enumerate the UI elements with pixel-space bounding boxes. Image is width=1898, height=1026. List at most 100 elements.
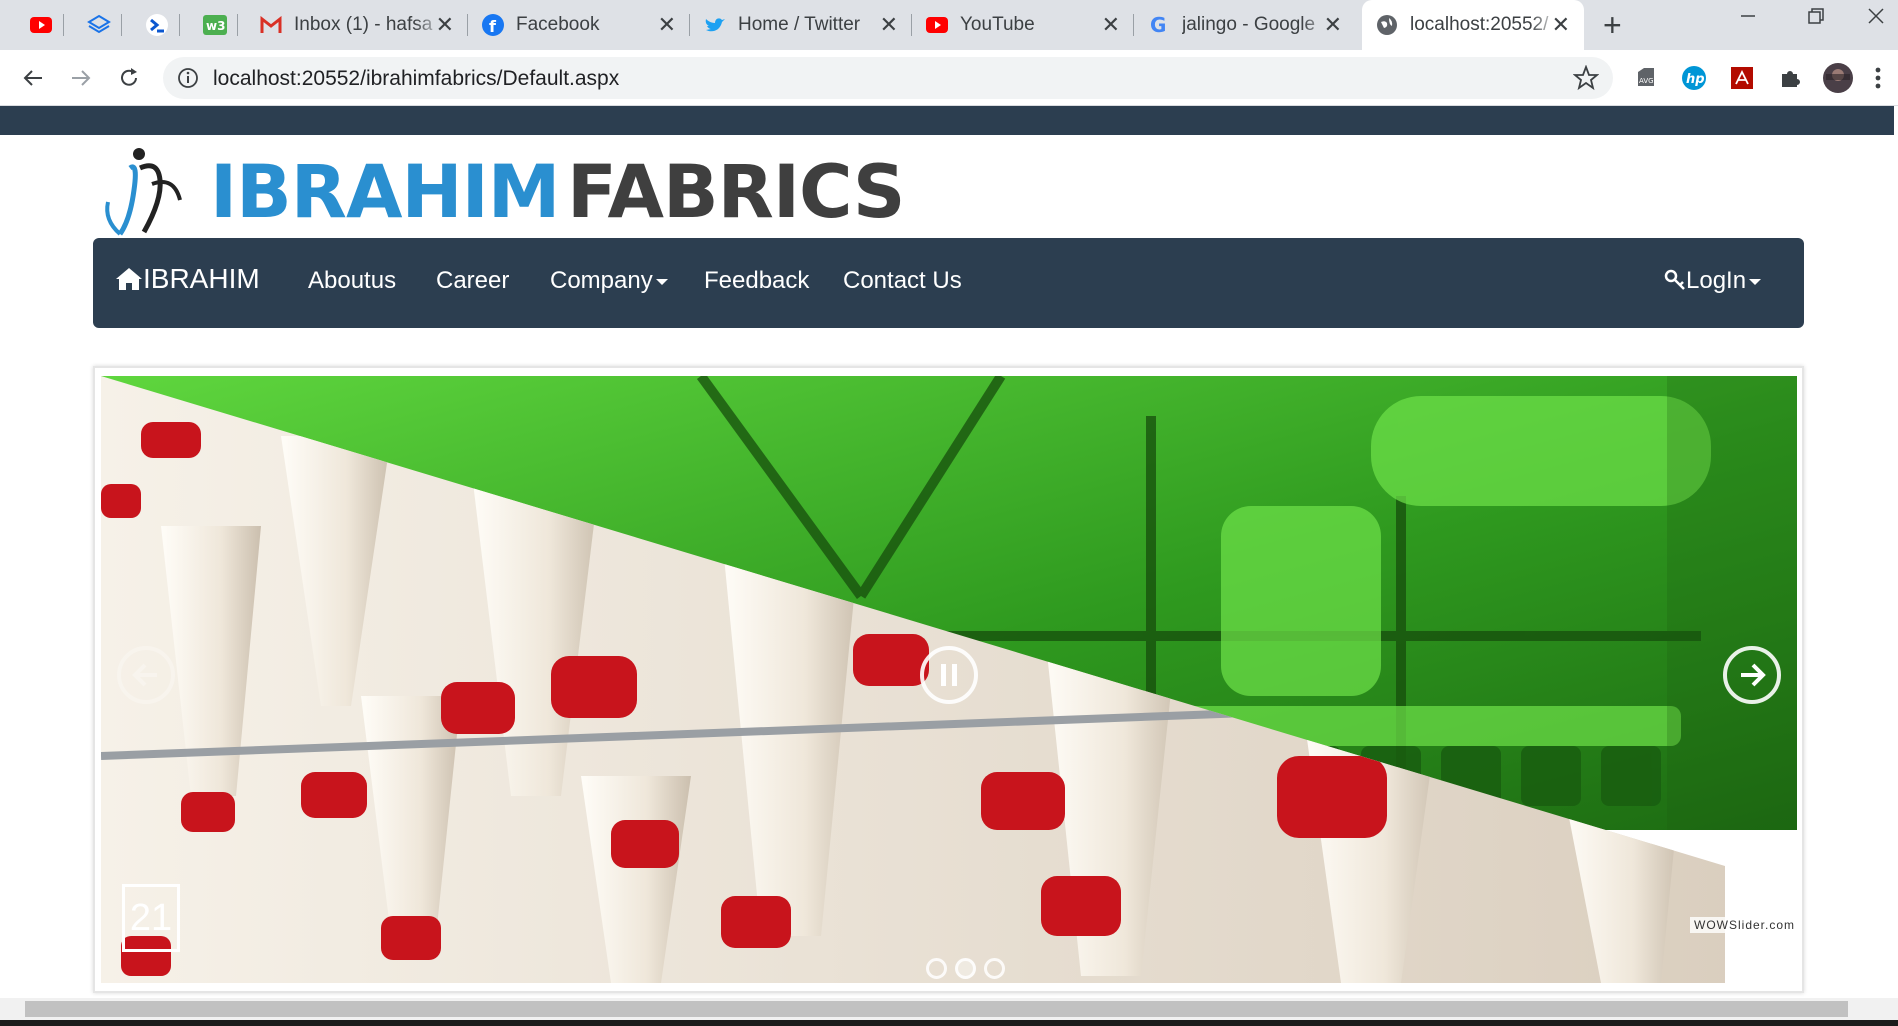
tab-facebook[interactable]: f Facebook ✕ <box>468 0 690 50</box>
more-vert-icon <box>1875 67 1881 89</box>
tab-close-icon[interactable]: ✕ <box>658 13 676 37</box>
info-icon[interactable] <box>177 67 199 89</box>
arrow-left-icon <box>132 663 157 687</box>
restore-icon <box>1808 8 1824 24</box>
slider-prev-button[interactable] <box>117 646 175 704</box>
caret-down-icon <box>1749 278 1762 285</box>
tab-twitter[interactable]: Home / Twitter ✕ <box>690 0 912 50</box>
twitter-icon <box>704 14 726 36</box>
pinned-tab-w3[interactable]: w3 <box>192 0 238 50</box>
slide-counter: 21 <box>122 884 180 952</box>
slider-dot-2[interactable] <box>955 958 976 979</box>
avg-icon: AVG <box>1638 68 1654 86</box>
nav-brand-label: IBRAHIM <box>143 263 260 294</box>
home-icon <box>116 268 142 290</box>
reload-button[interactable] <box>111 60 147 96</box>
tab-close-icon[interactable]: ✕ <box>1552 13 1570 37</box>
tab-title: Inbox (1) - hafsa <box>294 14 433 35</box>
new-tab-button[interactable]: + <box>1603 8 1622 42</box>
slider-credit[interactable]: WOWSlider.com <box>1690 917 1797 933</box>
tab-close-icon[interactable]: ✕ <box>436 13 454 37</box>
acrobat-extension[interactable] <box>1726 62 1758 94</box>
tab-title: Home / Twitter <box>738 14 861 35</box>
tab-title: Facebook <box>516 14 600 35</box>
slider-next-button[interactable] <box>1723 646 1781 704</box>
slider-dot-1[interactable] <box>926 958 947 979</box>
nav-item-company[interactable]: Company <box>550 267 668 295</box>
nav-item-feedback[interactable]: Feedback <box>704 267 809 295</box>
tab-close-icon[interactable]: ✕ <box>880 13 898 37</box>
key-icon <box>1664 269 1685 290</box>
pause-icon <box>941 664 957 686</box>
nav-login-dropdown[interactable]: LogIn <box>1664 267 1762 295</box>
image-slider: 21 WOWSlider.com <box>93 366 1804 993</box>
nav-login-label: LogIn <box>1686 267 1747 294</box>
tab-title: jalingo - Google <box>1182 14 1316 35</box>
pinned-tab-terminal[interactable] <box>134 0 180 50</box>
slider-dot-3[interactable] <box>984 958 1005 979</box>
main-navbar: IBRAHIM Aboutus Career Company Feedback … <box>93 238 1804 328</box>
globe-icon <box>1376 14 1398 36</box>
pinned-tab-stack[interactable] <box>76 0 122 50</box>
svg-text:G: G <box>1150 14 1166 36</box>
tab-title: localhost:20552/ <box>1410 14 1549 35</box>
browser-toolbar: localhost:20552/ibrahimfabrics/Default.a… <box>0 50 1898 106</box>
tab-youtube[interactable]: YouTube ✕ <box>912 0 1134 50</box>
scrollbar-thumb[interactable] <box>25 1001 1848 1017</box>
nav-item-career[interactable]: Career <box>436 267 509 295</box>
nav-item-contact-us[interactable]: Contact Us <box>843 267 962 295</box>
url-text[interactable]: localhost:20552/ibrahimfabrics/Default.a… <box>213 67 619 91</box>
tab-title: YouTube <box>960 14 1035 35</box>
arrow-right-icon <box>1741 663 1766 687</box>
puzzle-icon <box>1782 71 1800 87</box>
gmail-icon <box>260 14 282 36</box>
restore-button[interactable] <box>1806 6 1826 32</box>
tab-localhost[interactable]: localhost:20552/ ✕ <box>1362 0 1584 50</box>
back-button[interactable] <box>15 60 51 96</box>
site-logo[interactable]: IBRAHIM FABRICS <box>100 140 906 240</box>
svg-text:hp: hp <box>1686 72 1705 87</box>
tab-close-icon[interactable]: ✕ <box>1102 13 1120 37</box>
youtube-icon <box>926 14 948 36</box>
svg-text:f: f <box>489 17 497 36</box>
tab-close-icon[interactable]: ✕ <box>1324 13 1342 37</box>
slider-pagination <box>926 958 1005 979</box>
slider-pause-button[interactable] <box>920 646 978 704</box>
nav-item-aboutus[interactable]: Aboutus <box>308 267 396 295</box>
minimize-icon <box>1741 15 1755 17</box>
close-icon <box>1868 8 1884 24</box>
taskbar-edge <box>0 1020 1898 1026</box>
top-bar <box>0 106 1894 135</box>
reload-icon <box>121 68 137 86</box>
acrobat-icon <box>1731 67 1753 89</box>
w3-icon: w3 <box>203 15 227 35</box>
profile-avatar <box>1823 63 1853 93</box>
terminal-icon <box>146 14 168 36</box>
page-viewport: IBRAHIM FABRICS IBRAHIM Aboutus Career C… <box>0 106 1898 998</box>
stack-icon <box>87 14 111 34</box>
address-bar[interactable]: localhost:20552/ibrahimfabrics/Default.a… <box>163 57 1613 99</box>
horizontal-scrollbar[interactable] <box>0 998 1898 1020</box>
browser-menu-button[interactable] <box>1870 62 1886 94</box>
arrow-left-icon <box>23 70 42 86</box>
forward-button[interactable] <box>63 60 99 96</box>
youtube-icon <box>30 17 52 33</box>
extensions-button[interactable] <box>1774 62 1806 94</box>
slide-image[interactable]: 21 WOWSlider.com <box>101 376 1797 983</box>
nav-item-company-label: Company <box>550 267 653 294</box>
close-window-button[interactable] <box>1866 6 1886 32</box>
tab-gmail[interactable]: Inbox (1) - hafsa ✕ <box>246 0 468 50</box>
google-icon: G <box>1148 14 1170 36</box>
tab-strip: w3 Inbox (1) - hafsa ✕ f Facebook ✕ Home… <box>0 0 1898 50</box>
tab-google[interactable]: G jalingo - Google ✕ <box>1134 0 1356 50</box>
hp-extension[interactable]: hp <box>1678 62 1710 94</box>
minimize-button[interactable] <box>1738 6 1758 32</box>
bookmark-star-icon[interactable] <box>1573 65 1599 91</box>
nav-brand-home[interactable]: IBRAHIM <box>115 263 260 295</box>
logo-text-secondary: FABRICS <box>567 150 906 235</box>
svg-text:AVG: AVG <box>1639 77 1654 85</box>
svg-text:w3: w3 <box>206 19 225 33</box>
avg-extension[interactable]: AVG <box>1630 62 1662 94</box>
profile-button[interactable] <box>1822 62 1854 94</box>
pinned-tab-youtube[interactable] <box>18 0 64 50</box>
